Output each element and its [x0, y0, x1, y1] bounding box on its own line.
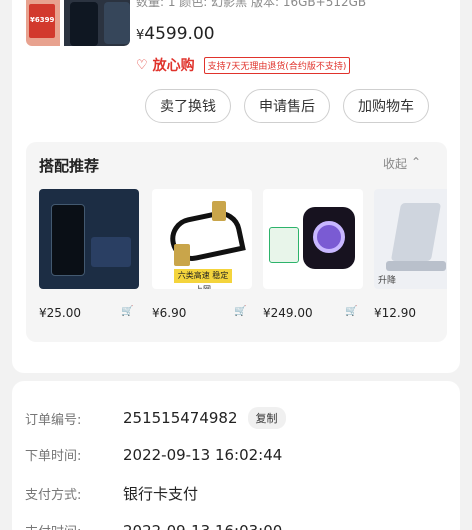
recommend-item[interactable]: ¥25.00 🛒	[39, 189, 139, 320]
recommend-item[interactable]: 升降 ¥12.90	[374, 189, 447, 320]
pay-method-label: 支付方式:	[25, 488, 82, 503]
cart-icon[interactable]: 🛒	[121, 306, 133, 317]
product-image	[263, 189, 363, 289]
thumb-price: ¥6399	[30, 16, 55, 24]
chevron-up-icon: ⌃	[411, 155, 422, 169]
product-spec: 数量: 1 颜色: 幻影黑 版本: 16GB+512GB	[136, 0, 367, 9]
copy-button[interactable]: 复制	[247, 407, 286, 429]
order-no-row: 订单编号: 251515474982 复制	[25, 407, 286, 429]
order-no-value: 251515474982	[123, 409, 238, 427]
product-image: 六类高速 稳定上网	[152, 189, 252, 289]
cart-icon[interactable]: 🛒	[234, 306, 246, 317]
order-time-label: 下单时间:	[25, 449, 82, 464]
recommend-panel: 搭配推荐 收起 ⌃ ¥25.00 🛒 六类高速 稳定上网 ¥6.90 🛒 ¥24…	[26, 142, 447, 342]
pay-time-value: 2022-09-13 16:03:00	[123, 522, 282, 530]
item-price: ¥12.90	[374, 306, 416, 320]
cart-icon[interactable]: 🛒	[345, 306, 357, 317]
action-buttons: 卖了换钱 申请售后 加购物车	[145, 89, 429, 123]
phone-image	[64, 0, 130, 46]
pay-method-row: 支付方式: 银行卡支付	[25, 483, 198, 504]
pay-method-value: 银行卡支付	[123, 485, 199, 503]
collapse-label: 收起	[383, 157, 408, 171]
product-price: ¥4599.00	[136, 24, 215, 44]
item-price: ¥6.90	[152, 306, 187, 320]
image-banner: 六类高速 稳定上网	[174, 269, 232, 289]
promo-box: ¥6399	[26, 0, 60, 46]
add-cart-button[interactable]: 加购物车	[343, 89, 429, 123]
recommend-item[interactable]: 六类高速 稳定上网 ¥6.90 🛒	[152, 189, 252, 320]
recommend-item[interactable]: ¥249.00 🛒	[263, 189, 363, 320]
order-time-row: 下单时间: 2022-09-13 16:02:44	[25, 445, 283, 465]
collapse-button[interactable]: 收起 ⌃	[383, 155, 421, 172]
sell-button[interactable]: 卖了换钱	[145, 89, 231, 123]
product-thumbnail[interactable]: ¥6399	[26, 0, 130, 46]
pay-time-row: 支付时间: 2022-09-13 16:03:00	[25, 521, 282, 530]
product-image: 升降	[374, 189, 447, 289]
pay-time-label: 支付时间:	[25, 521, 123, 530]
product-image	[39, 189, 139, 289]
price-value: 4599.00	[144, 24, 215, 44]
after-sale-button[interactable]: 申请售后	[244, 89, 330, 123]
assurance-row: ♡ 放心购 支持7天无理由退货(合约版不支持)	[136, 55, 351, 75]
image-label: 升降	[378, 276, 397, 286]
heart-icon: ♡	[136, 57, 148, 73]
item-price: ¥249.00	[263, 306, 313, 320]
assurance-tag: 支持7天无理由退货(合约版不支持)	[203, 56, 351, 74]
item-price: ¥25.00	[39, 306, 81, 320]
recommend-title: 搭配推荐	[39, 157, 100, 175]
assurance-label: 放心购	[152, 58, 195, 74]
order-no-label: 订单编号:	[25, 412, 82, 428]
order-info-card: 订单编号: 251515474982 复制 下单时间: 2022-09-13 1…	[12, 381, 460, 530]
order-time-value: 2022-09-13 16:02:44	[123, 445, 283, 464]
